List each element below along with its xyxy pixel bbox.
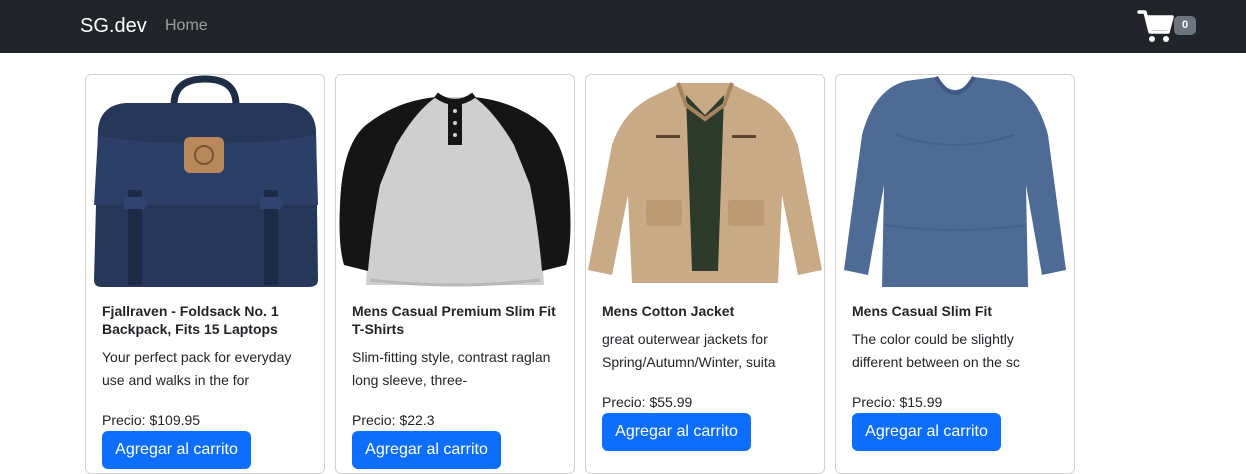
product-title: Mens Casual Premium Slim Fit T-Shirts [352,303,556,337]
nav-link-home[interactable]: Home [165,17,208,35]
product-price: Precio: $55.99 [602,394,693,410]
raglan-tshirt-image [339,92,571,287]
product-card: Mens Casual Slim Fit The color could be … [835,74,1075,474]
product-price: Precio: $22.3 [352,412,435,428]
cart-button[interactable]: 0 [1137,8,1199,44]
product-price: Precio: $15.99 [852,394,943,410]
product-title: Mens Cotton Jacket [602,303,735,319]
add-to-cart-button[interactable]: Agregar al carrito [352,431,501,469]
add-to-cart-button[interactable]: Agregar al carrito [102,431,251,469]
backpack-image [94,75,318,287]
product-title: Mens Casual Slim Fit [852,303,993,319]
product-card: Fjallraven - Foldsack No. 1 Backpack, Fi… [85,74,325,474]
product-price: Precio: $109.95 [102,412,201,428]
product-description: The color could be slightly different be… [852,331,1020,370]
product-card: Mens Casual Premium Slim Fit T-Shirts Sl… [335,74,575,474]
product-title: Fjallraven - Foldsack No. 1 Backpack, Fi… [102,303,279,337]
product-description: Your perfect pack for everyday use and w… [102,349,292,388]
cart-count-badge: 0 [1174,16,1196,35]
cart-icon [1137,10,1174,42]
add-to-cart-button[interactable]: Agregar al carrito [602,413,751,451]
product-description: Slim-fitting style, contrast raglan long… [352,349,551,388]
product-card: Mens Cotton Jacket great outerwear jacke… [585,74,825,474]
add-to-cart-button[interactable]: Agregar al carrito [852,413,1001,451]
product-description: great outerwear jackets for Spring/Autum… [602,331,776,370]
brand-logo[interactable]: SG.dev [80,14,147,38]
navbar: SG.dev Home 0 [0,0,1246,53]
slim-fit-shirt-image [844,75,1066,287]
cotton-jacket-image [588,82,822,283]
